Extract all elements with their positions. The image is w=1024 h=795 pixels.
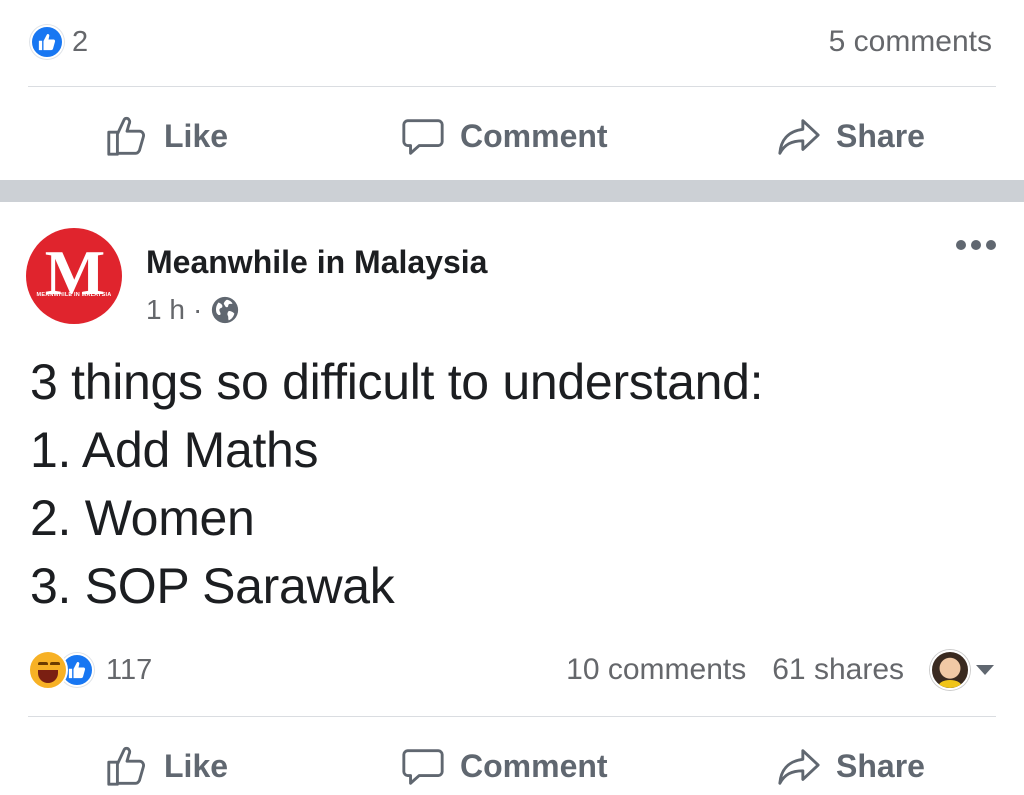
more-icon [956,240,966,250]
page-name[interactable]: Meanwhile in Malaysia [146,244,487,281]
like-icon [107,746,145,786]
share-button[interactable]: Share [776,743,925,789]
prev-share-label: Share [836,117,925,154]
viewer-avatar [930,650,970,690]
comment-label: Comment [460,747,608,784]
avatar-logo-letter: M [44,237,105,308]
comments-count[interactable]: 10 comments [566,653,746,687]
like-button[interactable]: Like [104,743,228,789]
post-meta: 1 h · [146,294,240,326]
more-dot [986,240,996,250]
more-dot [971,240,981,250]
prev-like-count: 2 [72,25,89,58]
more-options-button[interactable] [956,240,996,250]
page-avatar[interactable]: M MEANWHILE IN MALAYSIA [26,228,122,324]
prev-post-action-bar: Like Comment Share [0,88,1024,184]
like-reaction-icon [30,25,64,59]
post-stats: 117 10 comments 61 shares [28,648,994,692]
prev-post-stats: 2 5 comments [30,22,992,62]
share-icon [778,119,820,155]
post-line: 3 things so difficult to understand: [30,354,764,410]
post-line: 1. Add Maths [30,422,319,478]
like-label: Like [164,747,229,784]
prev-share-button[interactable]: Share [776,113,925,159]
prev-comment-label: Comment [460,117,608,154]
prev-comment-button[interactable]: Comment [400,113,608,159]
post-action-bar: Like Comment Share [0,718,1024,795]
reaction-as-selector[interactable] [930,650,994,690]
meta-separator: · [192,294,203,325]
prev-like-label: Like [164,117,229,154]
caret-down-icon [976,665,994,675]
prev-like-button[interactable]: Like [104,113,228,159]
post-time[interactable]: 1 h [146,294,185,326]
feed-separator [0,180,1024,202]
reaction-count: 117 [106,653,153,686]
post-text: 3 things so difficult to understand: 1. … [30,348,990,620]
share-label: Share [836,747,925,784]
globe-icon [212,296,239,324]
comment-icon [402,749,444,785]
comment-button[interactable]: Comment [400,743,608,789]
divider [28,86,996,87]
prev-post-reactions[interactable]: 2 [30,25,88,59]
haha-reaction-icon [28,650,68,690]
share-icon [778,749,820,785]
prev-comments-count[interactable]: 5 comments [829,25,992,59]
post-reactions[interactable]: 117 [28,650,152,690]
shares-count[interactable]: 61 shares [772,653,904,687]
comment-icon [402,119,444,155]
divider [28,716,996,717]
like-icon [107,116,145,156]
post-line: 2. Women [30,490,255,546]
post-line: 3. SOP Sarawak [30,558,395,614]
avatar-logo-caption: MEANWHILE IN MALAYSIA [36,292,112,298]
